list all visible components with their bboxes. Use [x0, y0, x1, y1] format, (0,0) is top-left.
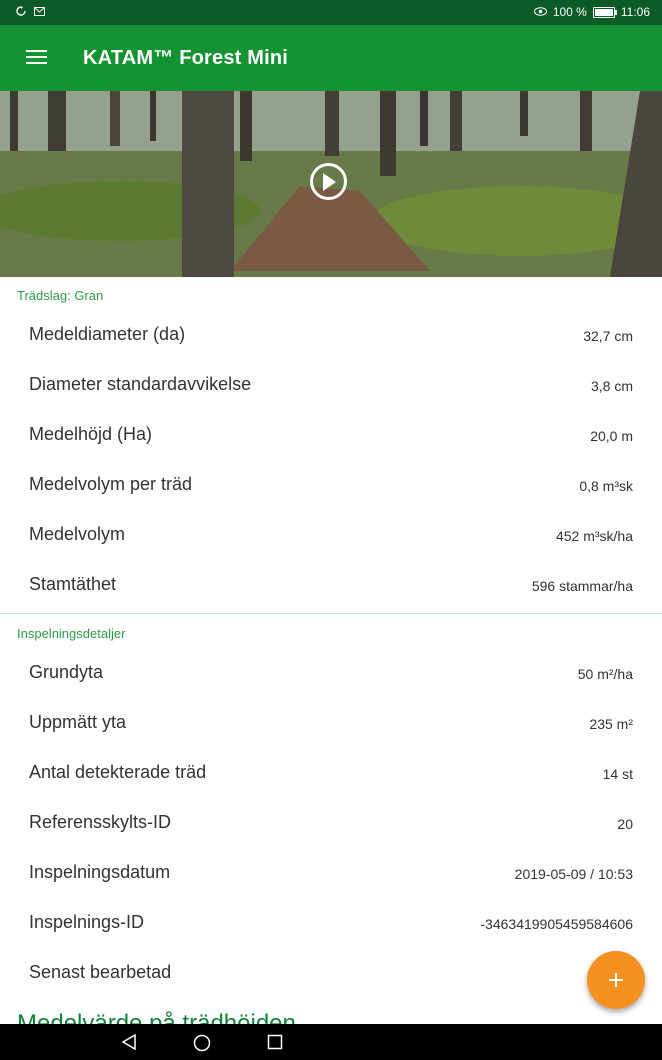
mail-icon — [34, 5, 45, 19]
row-label: Stamtäthet — [29, 574, 117, 594]
row-label: Diameter standardavvikelse — [29, 374, 252, 394]
row-value: 20,0 m — [590, 428, 633, 444]
row-label: Grundyta — [29, 662, 104, 682]
row-recording-date: Inspelningsdatum 2019-05-09 / 10:53 — [0, 856, 662, 906]
section-divider — [0, 613, 662, 614]
add-button[interactable] — [587, 951, 645, 1009]
section-header-tree-species: Trädslag: Gran — [17, 288, 104, 303]
home-icon[interactable] — [193, 1034, 211, 1057]
row-value: 14 st — [602, 766, 633, 782]
row-label: Medelhöjd (Ha) — [29, 424, 153, 444]
row-last-processed: Senast bearbetad 2019 — [0, 956, 662, 1006]
clock: 11:06 — [620, 5, 650, 19]
battery-text: 100 % — [552, 5, 587, 19]
app-bar: KATAM™ Forest Mini — [0, 25, 662, 91]
row-reference-sign-id: Referensskylts-ID 20 — [0, 806, 662, 856]
play-button[interactable] — [310, 163, 347, 200]
row-label: Inspelnings-ID — [29, 912, 145, 932]
eye-comfort-icon — [533, 5, 547, 19]
row-mean-volume-per-tree: Medelvolym per träd 0,8 m³sk — [0, 468, 662, 518]
status-bar: 100 % 11:06 — [0, 0, 662, 25]
navigation-bar — [0, 1024, 662, 1060]
menu-icon[interactable] — [26, 50, 48, 66]
row-mean-height: Medelhöjd (Ha) 20,0 m — [0, 418, 662, 468]
row-value: 235 m² — [589, 716, 633, 732]
row-value: 32,7 cm — [583, 328, 633, 344]
row-label: Antal detekterade träd — [29, 762, 207, 782]
row-value: 596 stammar/ha — [531, 578, 633, 594]
row-detected-trees: Antal detekterade träd 14 st — [0, 756, 662, 806]
back-icon[interactable] — [121, 1033, 137, 1055]
row-value: 0,8 m³sk — [579, 478, 633, 494]
row-label: Medeldiameter (da) — [29, 324, 186, 344]
row-label: Uppmätt yta — [29, 712, 127, 732]
app-title: KATAM™ Forest Mini — [83, 47, 289, 69]
row-mean-diameter: Medeldiameter (da) 32,7 cm — [0, 318, 662, 368]
row-value: 50 m²/ha — [577, 666, 633, 682]
row-label: Medelvolym — [29, 524, 126, 544]
row-stem-density: Stamtäthet 596 stammar/ha — [0, 568, 662, 618]
row-diameter-stddev: Diameter standardavvikelse 3,8 cm — [0, 368, 662, 418]
play-icon — [323, 173, 336, 191]
section-header-recording: Inspelningsdetaljer — [17, 626, 126, 641]
row-value: 3,8 cm — [590, 378, 633, 394]
recent-apps-icon[interactable] — [267, 1034, 283, 1055]
row-basal-area: Grundyta 50 m²/ha — [0, 656, 662, 706]
row-recording-id: Inspelnings-ID -3463419905459584606 — [0, 906, 662, 956]
row-mean-volume: Medelvolym 452 m³sk/ha — [0, 518, 662, 568]
row-label: Medelvolym per träd — [29, 474, 193, 494]
battery-icon — [592, 6, 617, 18]
row-value: -3463419905459584606 — [480, 916, 633, 932]
row-label: Inspelningsdatum — [29, 862, 171, 882]
sync-icon — [16, 5, 26, 19]
row-value: 452 m³sk/ha — [555, 528, 633, 544]
row-value: 2019-05-09 / 10:53 — [514, 866, 633, 882]
row-label: Referensskylts-ID — [29, 812, 172, 832]
row-label: Senast bearbetad — [29, 962, 172, 982]
row-value: 20 — [617, 816, 633, 832]
row-measured-area: Uppmätt yta 235 m² — [0, 706, 662, 756]
